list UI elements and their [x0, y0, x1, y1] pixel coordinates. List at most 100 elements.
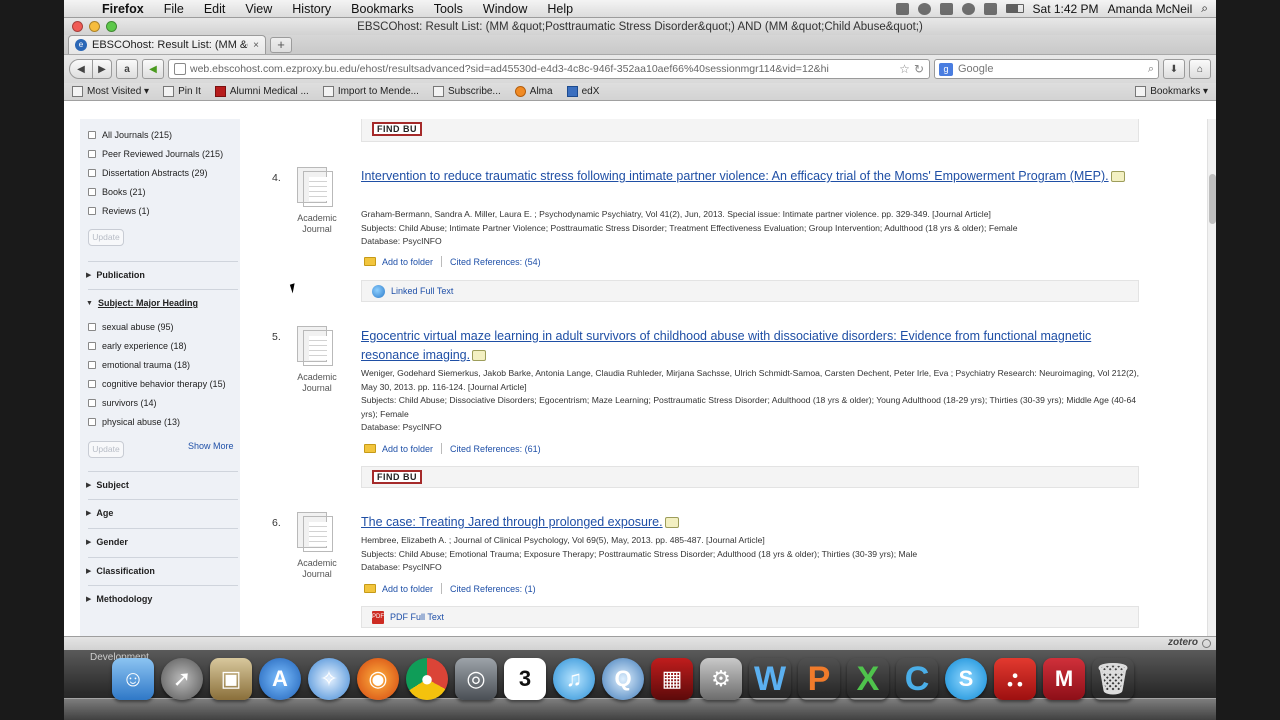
checkbox-icon[interactable]: [88, 169, 96, 177]
bookmark-edx[interactable]: edX: [566, 86, 599, 97]
filter-emotional-trauma[interactable]: emotional trauma (18): [88, 360, 190, 370]
menu-bookmarks[interactable]: Bookmarks: [341, 2, 424, 16]
filter-dissertation-abstracts[interactable]: Dissertation Abstracts (29): [88, 168, 208, 178]
trash-icon[interactable]: 🗑: [1092, 658, 1134, 700]
filter-physical-abuse[interactable]: physical abuse (13): [88, 417, 180, 427]
bookmark-star-icon[interactable]: ☆: [899, 62, 910, 76]
downloads-button[interactable]: ⬇: [1163, 59, 1185, 79]
menu-clock[interactable]: Sat 1:42 PM: [1033, 2, 1099, 16]
google-engine-icon[interactable]: g: [939, 62, 953, 76]
menu-app-firefox[interactable]: Firefox: [92, 2, 154, 16]
reload-icon[interactable]: ↻: [914, 62, 924, 76]
bookmark-import-mendeley[interactable]: Import to Mende...: [322, 86, 419, 97]
filter-all-journals[interactable]: All Journals (215): [88, 130, 172, 140]
battery-icon[interactable]: [1005, 4, 1024, 13]
menu-tools[interactable]: Tools: [424, 2, 473, 16]
result-title-link[interactable]: Intervention to reduce traumatic stress …: [361, 167, 1141, 186]
search-input[interactable]: Google: [958, 63, 1143, 75]
site-identity-icon[interactable]: [174, 63, 186, 75]
powerpoint-icon[interactable]: P: [798, 658, 840, 700]
bookmark-pin-it[interactable]: Pin It: [163, 86, 201, 97]
search-box[interactable]: g Google ⌕: [934, 59, 1159, 79]
menu-help[interactable]: Help: [537, 2, 583, 16]
cited-references-link[interactable]: Cited References: (1): [450, 584, 536, 594]
pdf-icon[interactable]: PDF: [372, 610, 384, 624]
zoom-window-button[interactable]: [106, 21, 117, 32]
amazon-addon-button[interactable]: a: [116, 59, 138, 79]
zotero-close-icon[interactable]: [1202, 639, 1211, 648]
bluetooth-icon[interactable]: [939, 2, 953, 15]
finder-icon[interactable]: ☺: [112, 658, 154, 700]
find-bu-button[interactable]: FIND BU: [372, 121, 422, 136]
citrix-icon[interactable]: C: [896, 658, 938, 700]
wifi-icon[interactable]: [961, 2, 975, 15]
checkbox-icon[interactable]: [88, 131, 96, 139]
filter-reviews[interactable]: Reviews (1): [88, 206, 150, 216]
menu-file[interactable]: File: [154, 2, 194, 16]
cited-references-link[interactable]: Cited References: (54): [450, 257, 541, 267]
acrobat-icon[interactable]: ⛬: [994, 658, 1036, 700]
forward-button[interactable]: ▶: [92, 59, 112, 79]
calendar-icon[interactable]: 3: [504, 658, 546, 700]
scrollbar-thumb[interactable]: [1209, 174, 1216, 224]
bookmark-subscribe[interactable]: Subscribe...: [432, 86, 501, 97]
close-tab-icon[interactable]: ×: [253, 40, 259, 51]
chrome-icon[interactable]: ●: [406, 658, 448, 700]
itunes-icon[interactable]: ♫: [553, 658, 595, 700]
green-arrow-addon-button[interactable]: ◀: [142, 59, 164, 79]
folder-icon[interactable]: [364, 584, 376, 593]
url-bar[interactable]: web.ebscohost.com.ezproxy.bu.edu/ehost/r…: [168, 59, 930, 79]
firefox-icon[interactable]: ◉: [357, 658, 399, 700]
find-bu-button[interactable]: FIND BU: [372, 470, 422, 484]
checkbox-icon[interactable]: [88, 323, 96, 331]
checkbox-icon[interactable]: [88, 188, 96, 196]
facet-subject[interactable]: ▶ Subject: [86, 480, 129, 490]
photo-booth-icon[interactable]: ▦: [651, 658, 693, 700]
mendeley-icon[interactable]: M: [1043, 658, 1085, 700]
quicktime-icon[interactable]: Q: [602, 658, 644, 700]
cited-references-link[interactable]: Cited References: (61): [450, 444, 541, 454]
checkbox-icon[interactable]: [88, 399, 96, 407]
checkbox-icon[interactable]: [88, 207, 96, 215]
time-machine-icon[interactable]: [917, 2, 931, 15]
add-to-folder-link[interactable]: Add to folder: [382, 257, 433, 267]
page-scrollbar[interactable]: [1207, 119, 1216, 636]
folder-icon[interactable]: [364, 257, 376, 266]
linked-full-text-icon[interactable]: [372, 284, 385, 298]
menu-user[interactable]: Amanda McNeil: [1108, 2, 1193, 16]
preview-icon[interactable]: ▣: [210, 658, 252, 700]
volume-icon[interactable]: [983, 2, 997, 15]
preview-magnifier-icon[interactable]: [1110, 171, 1125, 183]
bookmark-alma[interactable]: Alma: [514, 86, 553, 97]
result-title-text[interactable]: Intervention to reduce traumatic stress …: [361, 169, 1109, 183]
bookmark-alumni-medical[interactable]: Alumni Medical ...: [214, 86, 309, 97]
add-to-folder-link[interactable]: Add to folder: [382, 444, 433, 454]
linked-full-text-link[interactable]: Linked Full Text: [391, 286, 453, 296]
launchpad-icon[interactable]: ➚: [161, 658, 203, 700]
checkbox-icon[interactable]: [88, 150, 96, 158]
facet-age[interactable]: ▶ Age: [86, 508, 113, 518]
filter-cognitive-behavior-therapy[interactable]: cognitive behavior therapy (15): [88, 379, 226, 389]
filter-survivors[interactable]: survivors (14): [88, 398, 157, 408]
filter-early-experience[interactable]: early experience (18): [88, 341, 187, 351]
system-preferences-icon[interactable]: ⚙: [700, 658, 742, 700]
app-store-icon[interactable]: A: [259, 658, 301, 700]
preview-magnifier-icon[interactable]: [472, 350, 487, 362]
back-button[interactable]: ◀: [69, 59, 93, 79]
menu-history[interactable]: History: [282, 2, 341, 16]
checkbox-icon[interactable]: [88, 418, 96, 426]
bookmark-most-visited[interactable]: Most Visited ▾: [72, 86, 149, 97]
facet-subject-major-heading[interactable]: ▼ Subject: Major Heading: [86, 298, 198, 308]
result-title-link[interactable]: Egocentric virtual maze learning in adul…: [361, 327, 1141, 365]
pdf-full-text-link[interactable]: PDF Full Text: [390, 612, 444, 622]
show-more-link[interactable]: Show More: [188, 441, 234, 451]
facet-methodology[interactable]: ▶ Methodology: [86, 594, 152, 604]
add-to-folder-link[interactable]: Add to folder: [382, 584, 433, 594]
filter-peer-reviewed[interactable]: Peer Reviewed Journals (215): [88, 149, 223, 159]
update-source-types-button[interactable]: Update: [88, 229, 124, 246]
facet-publication[interactable]: ▶ Publication: [86, 270, 145, 280]
bookmarks-menu-button[interactable]: Bookmarks ▾: [1135, 86, 1208, 97]
result-title-text[interactable]: Egocentric virtual maze learning in adul…: [361, 329, 1091, 362]
safari-icon[interactable]: ✧: [308, 658, 350, 700]
academic-journal-icon[interactable]: [297, 512, 337, 552]
